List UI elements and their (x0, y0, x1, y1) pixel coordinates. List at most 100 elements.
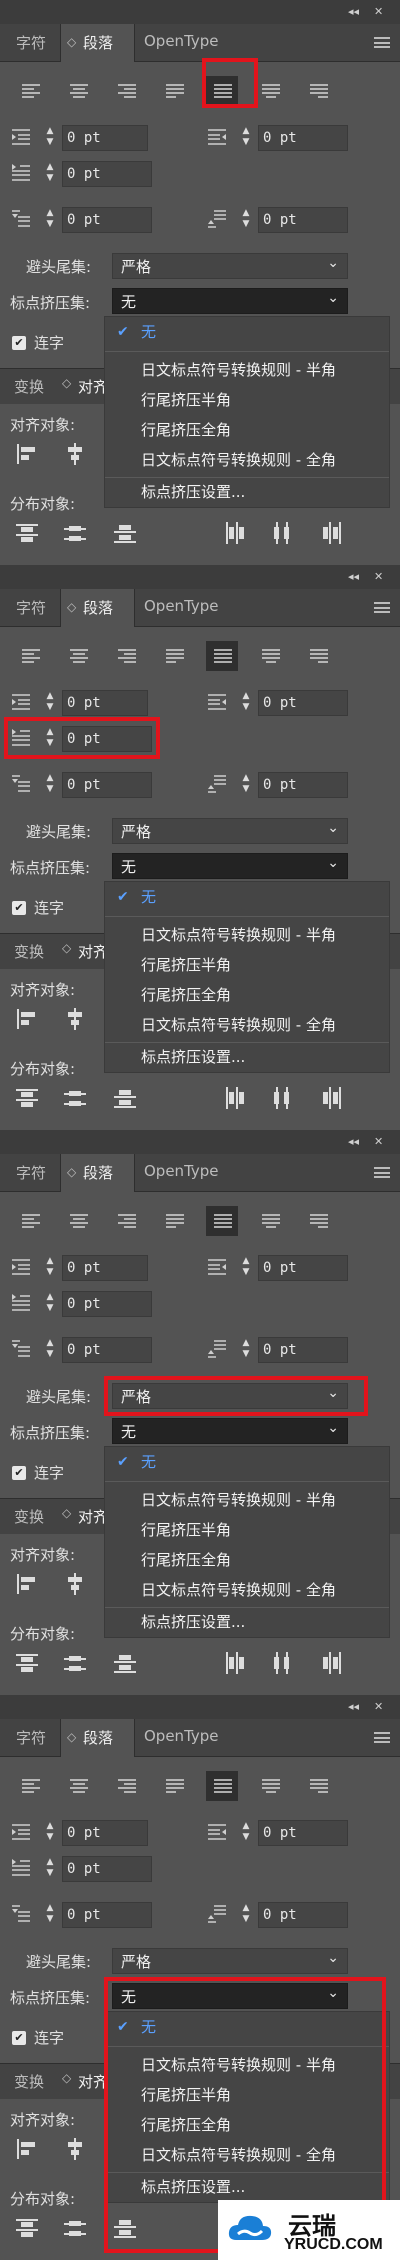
mojikumi-option[interactable]: 标点挤压设置... (105, 1042, 389, 1072)
distribute-right-icon[interactable] (318, 1085, 344, 1111)
justify-center-button[interactable] (254, 76, 286, 106)
space-before-spinner-icon[interactable]: ▲ ▼ (44, 208, 56, 232)
space-before-spinner-icon[interactable]: ▲ ▼ (44, 1338, 56, 1362)
justify-left-button[interactable] (158, 76, 190, 106)
space-before-field[interactable] (62, 207, 152, 233)
space-before-spinner-icon[interactable]: ▲ ▼ (44, 1903, 56, 1927)
tab-transform[interactable]: 变换 (14, 1506, 44, 1527)
mojikumi-option[interactable]: 日文标点符号转换规则 - 半角 (105, 355, 389, 385)
tab-opentype[interactable]: OpenType (144, 597, 219, 615)
mojikumi-select[interactable]: 无 ⌄ (112, 288, 348, 314)
distribute-center-icon[interactable] (62, 1085, 88, 1111)
space-after-spinner-icon[interactable]: ▲ ▼ (240, 773, 252, 797)
justify-left-button[interactable] (158, 1771, 190, 1801)
panel-menu-icon[interactable] (374, 1732, 390, 1743)
align-left-button[interactable] (14, 641, 46, 671)
first-line-indent-field[interactable] (62, 1291, 152, 1317)
space-after-field[interactable] (258, 1902, 348, 1928)
space-after-field[interactable] (258, 1337, 348, 1363)
panel-menu-icon[interactable] (374, 602, 390, 613)
right-indent-field[interactable] (258, 690, 348, 716)
distribute-hcenter-icon[interactable] (268, 520, 294, 546)
hyphenate-checkbox[interactable]: ✔ (12, 1466, 26, 1480)
align-center-objects-icon[interactable] (62, 2136, 88, 2162)
tab-character[interactable]: 字符 (16, 1727, 46, 1748)
left-indent-field[interactable] (62, 125, 148, 151)
mojikumi-option[interactable]: ✔ 无 (105, 317, 389, 347)
space-before-field[interactable] (62, 772, 152, 798)
tab-opentype[interactable]: OpenType (144, 1162, 219, 1180)
mojikumi-option[interactable]: 行尾挤压全角 (105, 980, 389, 1010)
first-line-indent-field[interactable] (62, 1856, 152, 1882)
mojikumi-select[interactable]: 无 ⌄ (112, 1418, 348, 1444)
align-left-objects-icon[interactable] (14, 1006, 40, 1032)
tab-character[interactable]: 字符 (16, 597, 46, 618)
right-indent-field[interactable] (258, 1255, 348, 1281)
distribute-right-icon[interactable] (318, 520, 344, 546)
right-indent-spinner-icon[interactable]: ▲ ▼ (240, 126, 252, 150)
tab-character[interactable]: 字符 (16, 32, 46, 53)
align-center-button[interactable] (62, 1206, 94, 1236)
tab-paragraph[interactable]: 段落 (83, 1727, 113, 1748)
hyphenate-checkbox[interactable]: ✔ (12, 336, 26, 350)
left-indent-spinner-icon[interactable]: ▲ ▼ (44, 126, 56, 150)
align-right-button[interactable] (110, 1771, 142, 1801)
justify-all-button[interactable] (206, 641, 238, 671)
mojikumi-select[interactable]: 无 ⌄ (112, 853, 348, 879)
distribute-center-icon[interactable] (62, 1650, 88, 1676)
mojikumi-option[interactable]: 日文标点符号转换规则 - 全角 (105, 445, 389, 475)
close-icon[interactable]: ✕ (374, 1700, 383, 1713)
right-indent-field[interactable] (258, 125, 348, 151)
tab-paragraph[interactable]: 段落 (83, 1162, 113, 1183)
justify-left-button[interactable] (158, 641, 190, 671)
distribute-left-icon[interactable] (222, 1650, 248, 1676)
distribute-top-icon[interactable] (14, 1085, 40, 1111)
distribute-top-icon[interactable] (14, 1650, 40, 1676)
close-icon[interactable]: ✕ (374, 5, 383, 18)
justify-all-button[interactable] (206, 1771, 238, 1801)
distribute-center-icon[interactable] (62, 520, 88, 546)
distribute-right-icon[interactable] (318, 1650, 344, 1676)
justify-right-button[interactable] (302, 1206, 334, 1236)
space-after-spinner-icon[interactable]: ▲ ▼ (240, 208, 252, 232)
collapse-icon[interactable]: ◂◂ (348, 1700, 359, 1713)
space-after-spinner-icon[interactable]: ▲ ▼ (240, 1338, 252, 1362)
collapse-icon[interactable]: ◂◂ (348, 570, 359, 583)
first-line-indent-spinner-icon[interactable]: ▲ ▼ (44, 162, 56, 186)
first-line-indent-spinner-icon[interactable]: ▲ ▼ (44, 1857, 56, 1881)
mojikumi-option[interactable]: 行尾挤压全角 (105, 415, 389, 445)
justify-right-button[interactable] (302, 641, 334, 671)
mojikumi-option[interactable]: 行尾挤压半角 (105, 1515, 389, 1545)
left-indent-spinner-icon[interactable]: ▲ ▼ (44, 1256, 56, 1280)
distribute-bottom-icon[interactable] (112, 1650, 138, 1676)
align-right-button[interactable] (110, 76, 142, 106)
distribute-left-icon[interactable] (222, 520, 248, 546)
distribute-center-icon[interactable] (62, 2215, 88, 2241)
tab-character[interactable]: 字符 (16, 1162, 46, 1183)
align-right-button[interactable] (110, 1206, 142, 1236)
right-indent-spinner-icon[interactable]: ▲ ▼ (240, 1821, 252, 1845)
right-indent-spinner-icon[interactable]: ▲ ▼ (240, 1256, 252, 1280)
space-before-spinner-icon[interactable]: ▲ ▼ (44, 773, 56, 797)
panel-menu-icon[interactable] (374, 37, 390, 48)
mojikumi-option[interactable]: ✔ 无 (105, 882, 389, 912)
left-indent-spinner-icon[interactable]: ▲ ▼ (44, 691, 56, 715)
mojikumi-option[interactable]: 标点挤压设置... (105, 477, 389, 507)
tab-transform[interactable]: 变换 (14, 376, 44, 397)
distribute-top-icon[interactable] (14, 520, 40, 546)
mojikumi-option[interactable]: 日文标点符号转换规则 - 半角 (105, 920, 389, 950)
align-center-objects-icon[interactable] (62, 1571, 88, 1597)
distribute-top-icon[interactable] (14, 2215, 40, 2241)
distribute-left-icon[interactable] (222, 1085, 248, 1111)
hyphenate-checkbox[interactable]: ✔ (12, 2031, 26, 2045)
align-left-button[interactable] (14, 1206, 46, 1236)
mojikumi-option[interactable]: ✔ 无 (105, 1447, 389, 1477)
justify-center-button[interactable] (254, 1206, 286, 1236)
justify-center-button[interactable] (254, 641, 286, 671)
align-left-button[interactable] (14, 1771, 46, 1801)
left-indent-spinner-icon[interactable]: ▲ ▼ (44, 1821, 56, 1845)
distribute-hcenter-icon[interactable] (268, 1650, 294, 1676)
space-before-field[interactable] (62, 1902, 152, 1928)
panel-menu-icon[interactable] (374, 1167, 390, 1178)
first-line-indent-spinner-icon[interactable]: ▲ ▼ (44, 1292, 56, 1316)
